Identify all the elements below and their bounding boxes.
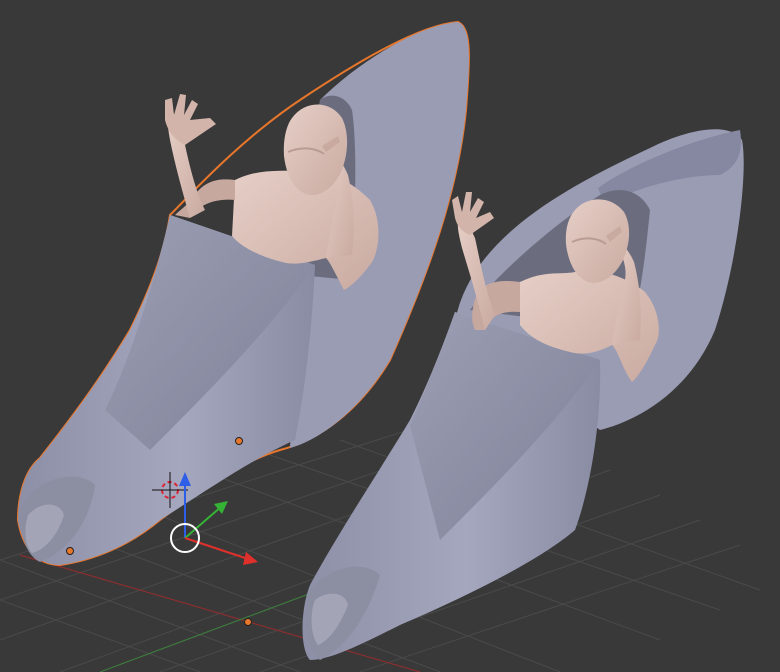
viewport-canvas[interactable]	[0, 0, 780, 672]
origin-point[interactable]	[244, 618, 252, 626]
origin-point[interactable]	[235, 437, 243, 445]
origin-point[interactable]	[66, 547, 74, 555]
transform-gizmo-icon[interactable]	[170, 472, 258, 565]
3d-viewport[interactable]	[0, 0, 780, 672]
